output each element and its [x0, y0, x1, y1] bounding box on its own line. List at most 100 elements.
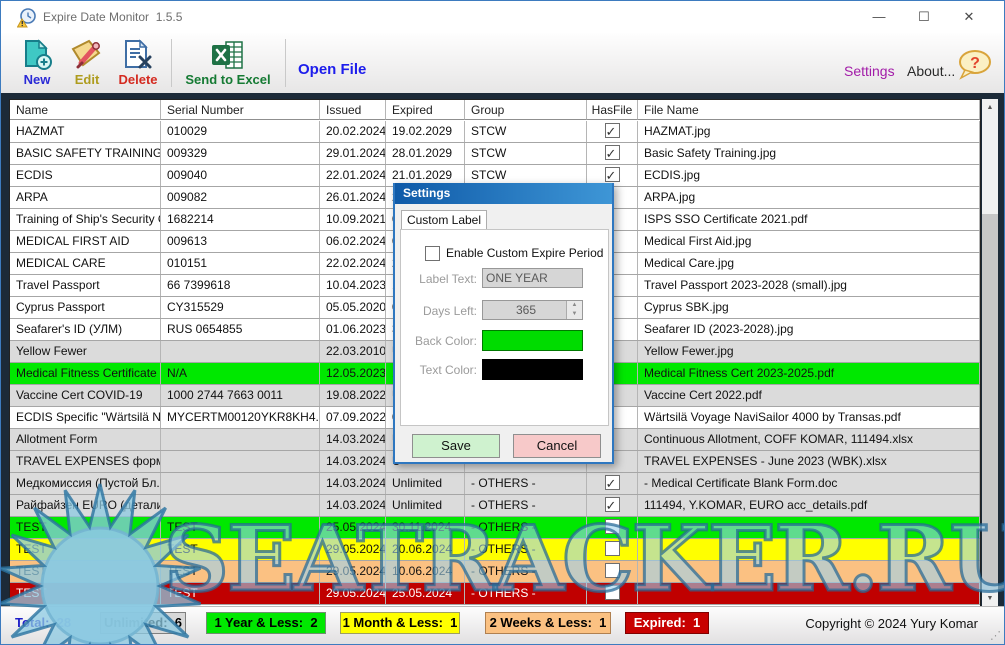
cell-file: Vaccine Cert 2022.pdf: [638, 385, 980, 406]
tab-custom-label[interactable]: Custom Label: [401, 210, 487, 230]
cell-file: [638, 539, 980, 560]
delete-button[interactable]: Delete: [111, 39, 165, 87]
new-document-icon: [20, 39, 54, 71]
edit-button[interactable]: Edit: [63, 39, 111, 87]
column-header-group[interactable]: Group: [465, 100, 587, 120]
cell-issued: 25.05.2024: [320, 517, 386, 538]
settings-button[interactable]: Settings: [844, 63, 895, 79]
stepper-up-icon[interactable]: ▲: [567, 301, 582, 310]
cell-group: STCW: [465, 143, 587, 164]
column-header-issued[interactable]: Issued: [320, 100, 386, 120]
table-row[interactable]: TESTTEST25.05.202430.11.2024- OTHERS -: [10, 517, 980, 539]
table-row[interactable]: BASIC SAFETY TRAINING00932929.01.202428.…: [10, 143, 980, 165]
hasfile-checkbox-checked[interactable]: [605, 123, 620, 138]
cell-file: 111494, Y.KOMAR, EURO acc_details.pdf: [638, 495, 980, 516]
cell-file: TRAVEL EXPENSES - June 2023 (WBK).xlsx: [638, 451, 980, 472]
text-color-swatch[interactable]: [482, 359, 583, 380]
hasfile-checkbox-unchecked[interactable]: [605, 519, 620, 534]
app-icon: [17, 8, 37, 28]
cell-name: Travel Passport: [10, 275, 161, 296]
cell-name: MEDICAL CARE: [10, 253, 161, 274]
cell-issued: 14.03.2024: [320, 495, 386, 516]
days-left-label: Days Left:: [405, 304, 477, 318]
table-row[interactable]: HAZMAT01002920.02.202419.02.2029STCWHAZM…: [10, 121, 980, 143]
cell-hasFile[interactable]: [587, 495, 638, 516]
help-icon[interactable]: ?: [955, 49, 993, 81]
cell-name: TEST: [10, 539, 161, 560]
cell-hasFile[interactable]: [587, 121, 638, 142]
status-panel-1-month: 1 Month & Less: 1: [340, 612, 460, 634]
cell-serial: [161, 451, 320, 472]
cell-issued: 06.02.2024: [320, 231, 386, 252]
days-left-stepper[interactable]: 365 ▲▼: [482, 300, 583, 320]
cell-serial: MYCERTM00120YKR8KH4...: [161, 407, 320, 428]
cell-file: - Medical Certificate Blank Form.doc: [638, 473, 980, 494]
column-header-file[interactable]: File Name: [638, 100, 980, 120]
about-button[interactable]: About...: [907, 63, 955, 79]
table-row[interactable]: TESTTEST29.05.202425.05.2024- OTHERS -: [10, 583, 980, 605]
stepper-buttons[interactable]: ▲▼: [566, 301, 582, 319]
cell-name: HAZMAT: [10, 121, 161, 142]
delete-document-icon: [120, 39, 156, 71]
cell-serial: 009329: [161, 143, 320, 164]
scroll-down-button[interactable]: ▼: [982, 590, 998, 607]
cell-name: TEST: [10, 517, 161, 538]
label-text-input[interactable]: ONE YEAR: [482, 268, 583, 288]
cell-hasFile[interactable]: [587, 561, 638, 582]
open-file-button[interactable]: Open File: [298, 61, 366, 78]
dialog-titlebar[interactable]: Settings: [395, 183, 612, 204]
cell-hasFile[interactable]: [587, 539, 638, 560]
maximize-button[interactable]: ☐: [904, 1, 944, 33]
cell-serial: 010029: [161, 121, 320, 142]
cell-serial: 009613: [161, 231, 320, 252]
dialog-tab-page: Enable Custom Expire Period Label Text: …: [400, 229, 609, 426]
enable-custom-expire-checkbox[interactable]: [425, 246, 440, 261]
save-button[interactable]: Save: [412, 434, 500, 458]
scrollbar-thumb[interactable]: [982, 116, 998, 214]
minimize-button[interactable]: —: [859, 1, 899, 33]
scroll-up-button[interactable]: ▲: [982, 99, 998, 116]
cell-hasFile[interactable]: [587, 143, 638, 164]
column-header-expired[interactable]: Expired: [386, 100, 465, 120]
status-panel-expired: Expired: 1: [625, 612, 709, 634]
hasfile-checkbox-checked[interactable]: [605, 475, 620, 490]
cell-name: Yellow Fewer: [10, 341, 161, 362]
vertical-scrollbar[interactable]: ▲ ▼: [982, 99, 998, 607]
resize-grip-icon[interactable]: ⋰: [990, 629, 1001, 642]
table-row[interactable]: Медкомиссия (Пустой Бл...14.03.2024Unlim…: [10, 473, 980, 495]
cell-serial: [161, 473, 320, 494]
statusbar: Total: 28 Unlimited: 61 Year & Less: 21 …: [1, 606, 1004, 644]
hasfile-checkbox-unchecked[interactable]: [605, 541, 620, 556]
table-row[interactable]: Райфайзен EURO (детали...14.03.2024Unlim…: [10, 495, 980, 517]
close-button[interactable]: ✕: [949, 1, 989, 33]
send-to-excel-button[interactable]: Send to Excel: [177, 39, 279, 87]
table-header-row: NameSerial NumberIssuedExpiredGroupHasFi…: [10, 100, 980, 121]
hasfile-checkbox-checked[interactable]: [605, 167, 620, 182]
hasfile-checkbox-checked[interactable]: [605, 497, 620, 512]
cell-serial: TEST: [161, 539, 320, 560]
column-header-serial[interactable]: Serial Number: [161, 100, 320, 120]
table-row[interactable]: TESTTEST29.05.202420.06.2024- OTHERS -: [10, 539, 980, 561]
excel-icon: [209, 39, 247, 71]
column-header-hasFile[interactable]: HasFile: [587, 100, 638, 120]
cell-file: Medical Care.jpg: [638, 253, 980, 274]
column-header-name[interactable]: Name: [10, 100, 161, 120]
hasfile-checkbox-checked[interactable]: [605, 145, 620, 160]
cell-file: Travel Passport 2023-2028 (small).jpg: [638, 275, 980, 296]
back-color-swatch[interactable]: [482, 330, 583, 351]
cancel-button[interactable]: Cancel: [513, 434, 601, 458]
stepper-down-icon[interactable]: ▼: [567, 310, 582, 319]
cell-name: Райфайзен EURO (детали...: [10, 495, 161, 516]
cell-name: Medical Fitness Certificate: [10, 363, 161, 384]
hasfile-checkbox-unchecked[interactable]: [605, 585, 620, 600]
cell-name: Медкомиссия (Пустой Бл...: [10, 473, 161, 494]
table-row[interactable]: TESTTEST29.05.202410.06.2024- OTHERS -: [10, 561, 980, 583]
cell-hasFile[interactable]: [587, 517, 638, 538]
cell-group: - OTHERS -: [465, 561, 587, 582]
cell-hasFile[interactable]: [587, 583, 638, 604]
new-button[interactable]: New: [13, 39, 61, 87]
cell-name: ECDIS Specific "Wärtsilä N...: [10, 407, 161, 428]
titlebar: Expire Date Monitor 1.5.5 — ☐ ✕: [1, 1, 1004, 33]
cell-hasFile[interactable]: [587, 473, 638, 494]
hasfile-checkbox-unchecked[interactable]: [605, 563, 620, 578]
